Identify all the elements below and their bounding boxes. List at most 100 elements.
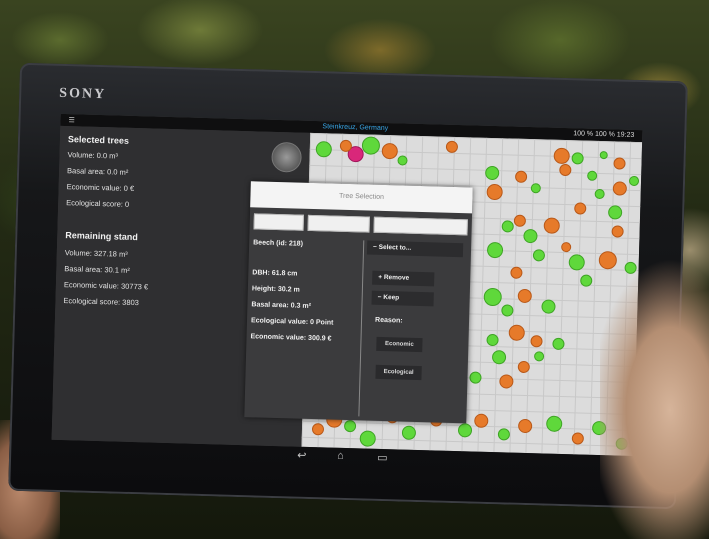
tree-marker[interactable] — [587, 170, 598, 181]
tree-marker[interactable] — [571, 152, 584, 165]
tree-marker[interactable] — [486, 333, 499, 347]
filter-field-1[interactable] — [253, 213, 304, 231]
tree-marker[interactable] — [514, 170, 528, 183]
tree-marker[interactable] — [501, 304, 514, 317]
tree-marker[interactable] — [445, 140, 459, 154]
tree-marker[interactable] — [517, 418, 533, 434]
tree-marker[interactable] — [580, 274, 593, 287]
selected-volume: Volume: 0.0 m³ — [67, 150, 119, 161]
tree-marker[interactable] — [361, 136, 381, 155]
tree-marker[interactable] — [530, 335, 543, 348]
tree-economic-value: Economic value: 300.9 € — [250, 333, 332, 343]
tree-marker[interactable] — [541, 299, 556, 314]
tree-marker[interactable] — [628, 175, 640, 187]
tree-marker[interactable] — [571, 432, 584, 445]
filter-field-3[interactable] — [373, 216, 468, 236]
plus-icon: + — [378, 273, 383, 281]
tree-marker[interactable] — [568, 254, 585, 271]
tree-ecological-value: Ecological value: 0 Point — [250, 317, 334, 327]
select-to-dropdown[interactable]: − Select to... — [366, 240, 464, 258]
tree-marker[interactable] — [561, 241, 572, 253]
tree-marker[interactable] — [574, 202, 587, 215]
tree-marker[interactable] — [530, 183, 541, 194]
reason-label: Reason: — [374, 316, 403, 325]
tree-marker[interactable] — [397, 155, 408, 166]
tree-marker[interactable] — [501, 220, 514, 233]
remaining-ecological-score: Ecological score: 3803 — [63, 296, 140, 308]
app-logo-icon — [271, 141, 302, 173]
tree-marker[interactable] — [486, 183, 503, 201]
brand-logo: SONY — [59, 85, 107, 103]
tree-marker[interactable] — [499, 374, 514, 389]
tree-marker[interactable] — [517, 288, 532, 304]
tree-marker[interactable] — [523, 228, 538, 244]
photo-scene: SONY ☰ Steinkreuz, Germany 100 % 100 % 1… — [0, 0, 709, 539]
tree-marker[interactable] — [543, 217, 560, 234]
tree-marker[interactable] — [517, 360, 530, 374]
tree-marker[interactable] — [486, 241, 504, 259]
remaining-volume: Volume: 327.18 m³ — [64, 248, 128, 259]
selected-economic-value: Economic value: 0 € — [66, 182, 135, 193]
tree-dbh: DBH: 61.8 cm — [252, 269, 298, 278]
app-screen: ☰ Steinkreuz, Germany 100 % 100 % 19:23 … — [51, 113, 643, 457]
tree-marker[interactable] — [611, 225, 624, 238]
tree-basal-area: Basal area: 0.3 m² — [251, 301, 312, 310]
map-title: Steinkreuz, Germany — [322, 123, 389, 133]
tree-marker[interactable] — [491, 350, 507, 365]
tree-marker[interactable] — [497, 428, 511, 441]
tree-marker[interactable] — [532, 249, 546, 262]
tree-marker[interactable] — [612, 181, 628, 196]
tree-marker[interactable] — [508, 324, 525, 341]
keep-label: Keep — [383, 293, 400, 302]
tree-marker[interactable] — [599, 150, 608, 160]
tree-marker[interactable] — [552, 337, 565, 351]
remaining-economic-value: Economic value: 30773 € — [63, 280, 149, 292]
tree-marker[interactable] — [469, 371, 482, 384]
tree-marker[interactable] — [381, 142, 399, 160]
home-icon[interactable]: ⌂ — [337, 450, 344, 462]
keep-button[interactable]: − Keep — [371, 290, 434, 307]
tree-selection-dialog: Tree Selection Beech (id: 218) DBH: 61.8… — [244, 181, 473, 424]
menu-icon[interactable]: ☰ — [68, 116, 75, 124]
tree-marker[interactable] — [343, 419, 357, 433]
tree-details: Beech (id: 218) DBH: 61.8 cm Height: 30.… — [250, 239, 361, 342]
recent-apps-icon[interactable]: ▭ — [377, 451, 388, 464]
selected-trees-heading: Selected trees — [67, 134, 130, 146]
tree-marker[interactable] — [483, 287, 502, 307]
tree-marker[interactable] — [457, 423, 473, 438]
tree-marker[interactable] — [359, 430, 376, 447]
status-indicators: 100 % 100 % 19:23 — [573, 130, 635, 139]
reason-ecological-button[interactable]: Ecological — [375, 364, 422, 381]
right-hand-pointing — [600, 250, 709, 539]
tree-height: Height: 30.2 m — [251, 285, 300, 294]
tree-marker[interactable] — [553, 147, 570, 165]
tree-marker[interactable] — [513, 214, 527, 227]
tree-marker[interactable] — [474, 413, 489, 428]
filter-field-2[interactable] — [307, 214, 370, 233]
select-to-label: Select to... — [378, 243, 412, 252]
selected-basal-area: Basal area: 0.0 m² — [66, 166, 129, 177]
tree-marker[interactable] — [607, 205, 623, 220]
tree-marker[interactable] — [546, 415, 563, 433]
selected-ecological-score: Ecological score: 0 — [66, 198, 130, 209]
remove-label: Remove — [383, 273, 410, 282]
minus-icon: − — [372, 243, 377, 251]
tree-marker[interactable] — [533, 351, 545, 362]
minus-icon: − — [377, 293, 382, 301]
remove-button[interactable]: + Remove — [372, 270, 435, 287]
tree-marker[interactable] — [315, 141, 333, 158]
tree-marker[interactable] — [401, 425, 417, 440]
tree-marker[interactable] — [613, 157, 626, 170]
tree-name: Beech (id: 218) — [253, 239, 304, 248]
remaining-stand-heading: Remaining stand — [65, 230, 138, 243]
remaining-basal-area: Basal area: 30.1 m² — [64, 264, 130, 275]
back-icon[interactable]: ↩ — [297, 449, 307, 462]
tree-marker[interactable] — [311, 423, 325, 436]
tree-marker[interactable] — [510, 266, 523, 279]
tree-marker[interactable] — [594, 188, 605, 200]
reason-economic-button[interactable]: Economic — [376, 336, 423, 353]
selection-actions: − Select to... + Remove − Keep Reason: E… — [366, 240, 467, 381]
tree-marker[interactable] — [485, 165, 500, 181]
tree-marker[interactable] — [559, 163, 572, 177]
tree-selection-search[interactable]: Tree Selection — [250, 181, 473, 214]
